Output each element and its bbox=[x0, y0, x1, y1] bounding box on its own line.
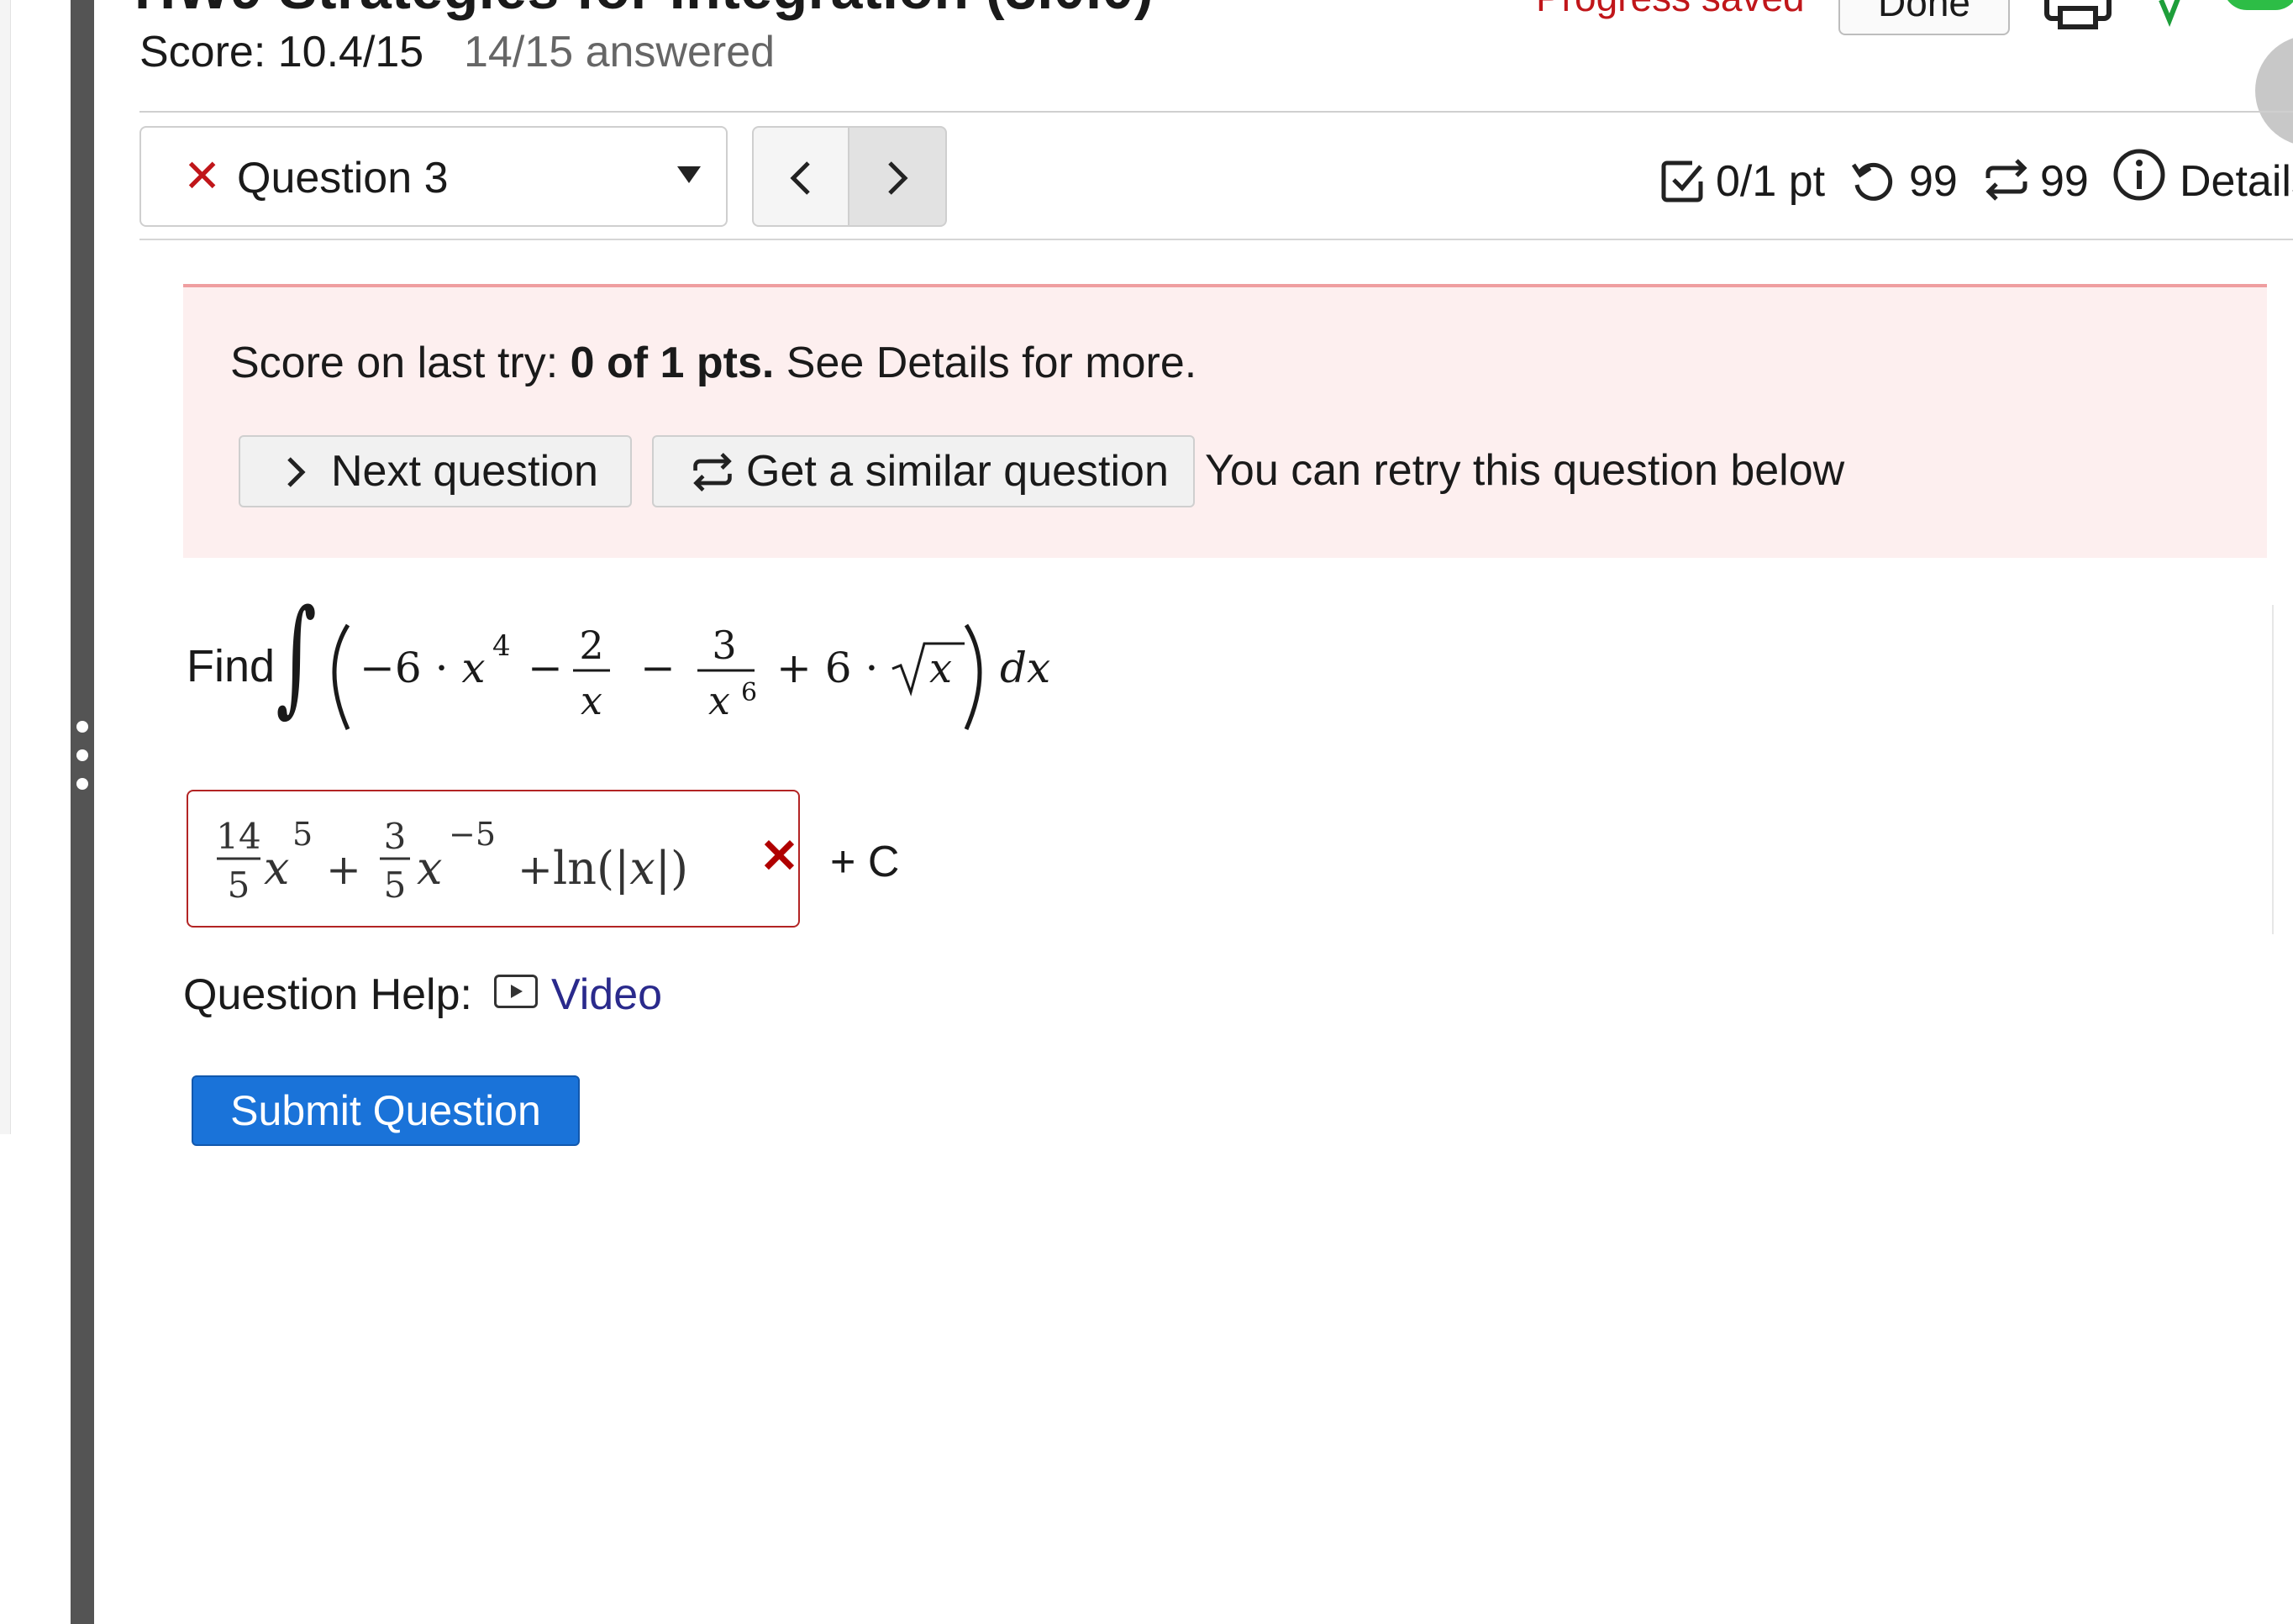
svg-text:x: x bbox=[929, 645, 952, 692]
svg-text:−6 · x: −6 · x bbox=[360, 644, 486, 692]
print-icon[interactable] bbox=[2043, 0, 2112, 30]
previous-question-button[interactable] bbox=[752, 126, 849, 227]
last-try-suffix: See Details for more. bbox=[774, 339, 1197, 387]
content-right-edge bbox=[2272, 605, 2274, 934]
side-panel-divider[interactable] bbox=[71, 0, 94, 1624]
svg-text:+ 6 ·: + 6 · bbox=[776, 644, 878, 692]
svg-text:+: + bbox=[518, 845, 553, 894]
caret-down-icon bbox=[677, 166, 701, 183]
svg-text:x: x bbox=[264, 842, 289, 895]
chevron-left-icon bbox=[790, 161, 810, 195]
question-select[interactable]: ✕ Question 3 bbox=[139, 126, 728, 227]
assignment-score: Score: 10.4/15 bbox=[139, 28, 424, 76]
svg-text:14: 14 bbox=[216, 816, 260, 857]
svg-text:x: x bbox=[417, 842, 442, 895]
svg-text:−5: −5 bbox=[449, 816, 496, 853]
drag-handle-dot bbox=[76, 721, 88, 733]
math-entry-toggle-icon[interactable] bbox=[2158, 0, 2293, 32]
retry-icon bbox=[1851, 162, 1893, 201]
svg-text:3: 3 bbox=[384, 816, 407, 857]
next-question-nav-button[interactable] bbox=[849, 126, 947, 227]
last-try-alert: Score on last try: 0 of 1 pts. See Detai… bbox=[183, 284, 2267, 558]
svg-text:2: 2 bbox=[579, 623, 603, 668]
question-help-label: Question Help: bbox=[183, 970, 472, 1019]
answer-input[interactable]: 14 5 x 5 + 3 5 x −5 + ln(|x|) ✕ bbox=[187, 790, 800, 928]
svg-text:6: 6 bbox=[741, 678, 757, 707]
svg-text:∫: ∫ bbox=[276, 588, 316, 729]
svg-text:5: 5 bbox=[384, 865, 407, 906]
svg-text:ln(|x|): ln(|x|) bbox=[553, 842, 688, 895]
svg-text:5: 5 bbox=[292, 816, 313, 853]
svg-text:3: 3 bbox=[712, 623, 736, 668]
next-question-label: Next question bbox=[331, 447, 598, 496]
answered-count: 14/15 answered bbox=[464, 28, 776, 76]
question-select-label: Question 3 bbox=[237, 154, 449, 202]
retry-note: You can retry this question below bbox=[1205, 446, 1845, 495]
constant-of-integration: + C bbox=[830, 838, 900, 886]
chevron-right-icon bbox=[888, 161, 908, 195]
drag-handle-dot bbox=[76, 749, 88, 761]
checkbox-points-icon bbox=[1661, 160, 1703, 202]
similar-question-label: Get a similar question bbox=[746, 447, 1169, 496]
drag-handle-dot bbox=[76, 778, 88, 790]
find-label: Find bbox=[187, 641, 276, 691]
next-question-button[interactable]: Next question bbox=[239, 435, 632, 507]
retries-count: 99 bbox=[1909, 157, 1958, 206]
scroll-button-icon[interactable] bbox=[2254, 34, 2293, 148]
submit-question-button[interactable]: Submit Question bbox=[192, 1075, 580, 1146]
video-icon[interactable] bbox=[494, 975, 538, 1008]
integral-expression: ∫ −6 · x 4 − 2 x − 3 x 6 + 6 · x dx bbox=[276, 588, 1050, 731]
done-button[interactable]: Done bbox=[1838, 0, 2010, 35]
svg-text:dx: dx bbox=[1000, 644, 1050, 692]
svg-text:5: 5 bbox=[228, 865, 250, 906]
question-points: 0/1 pt bbox=[1716, 157, 1826, 206]
left-window-edge bbox=[0, 0, 11, 1134]
video-link[interactable]: Video bbox=[551, 970, 662, 1020]
similar-question-icon bbox=[693, 453, 732, 491]
x-icon: ✕ bbox=[183, 151, 222, 202]
svg-text:x: x bbox=[581, 678, 602, 723]
progress-status: Progress saved bbox=[1536, 0, 1805, 20]
info-icon[interactable] bbox=[2112, 148, 2166, 202]
svg-text:4: 4 bbox=[492, 629, 511, 663]
answer-expression: 14 5 x 5 + 3 5 x −5 + ln(|x|) bbox=[216, 816, 688, 906]
details-link[interactable]: Details bbox=[2180, 156, 2293, 207]
similar-question-button[interactable]: Get a similar question bbox=[652, 435, 1195, 507]
similar-question-icon bbox=[1985, 159, 2027, 201]
svg-text:x: x bbox=[708, 678, 730, 723]
question-bar-divider bbox=[139, 239, 2293, 240]
chevron-right-icon bbox=[287, 457, 306, 487]
similar-count: 99 bbox=[2040, 157, 2089, 206]
svg-text:−: − bbox=[528, 644, 563, 692]
last-try-message: Score on last try: 0 of 1 pts. See Detai… bbox=[230, 338, 1196, 388]
svg-text:+: + bbox=[326, 845, 361, 894]
incorrect-icon: ✕ bbox=[760, 829, 799, 882]
svg-text:−: − bbox=[640, 644, 676, 692]
last-try-score: 0 of 1 pts. bbox=[570, 339, 775, 387]
last-try-prefix: Score on last try: bbox=[230, 339, 571, 387]
header-divider bbox=[139, 111, 2293, 113]
assignment-title: HW9 Strategies for Integration (3.0.0) bbox=[134, 0, 1154, 22]
